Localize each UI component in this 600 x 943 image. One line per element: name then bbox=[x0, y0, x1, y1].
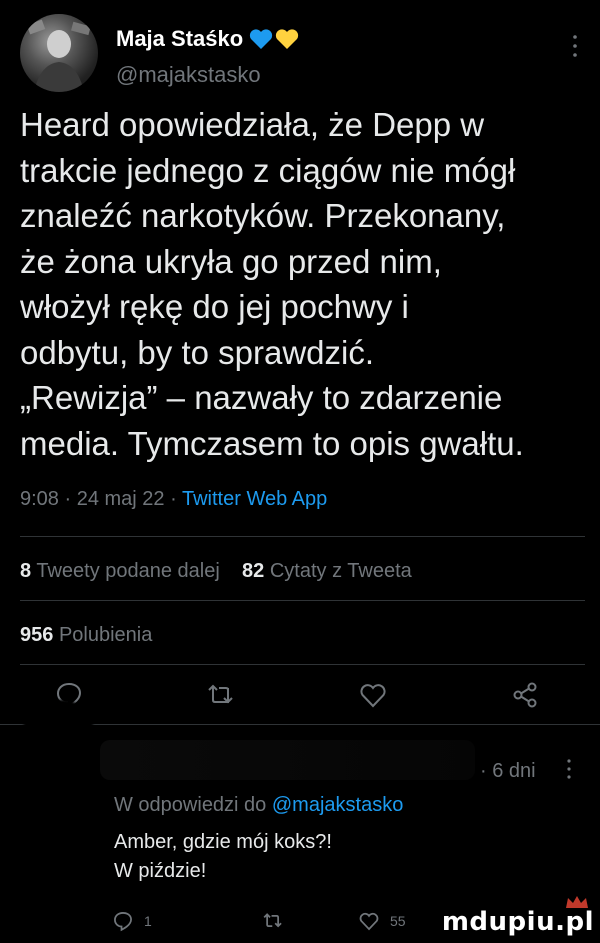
reply-to-line: W odpowiedzi do @majakstasko bbox=[114, 794, 403, 817]
author-handle[interactable]: @majakstasko bbox=[116, 62, 261, 88]
like-icon[interactable] bbox=[358, 680, 388, 710]
reply-more-options-icon[interactable] bbox=[566, 758, 572, 780]
likes-label: Polubienia bbox=[58, 624, 153, 646]
retweets-stat[interactable]: 8 Tweety podane dalej bbox=[20, 560, 225, 582]
reply-mention[interactable]: @majakstasko bbox=[272, 794, 403, 816]
blue-heart-icon bbox=[250, 29, 273, 49]
more-options-icon[interactable] bbox=[572, 34, 578, 58]
tweet-meta: 9:08 · 24 maj 22 · Twitter Web App bbox=[20, 488, 327, 511]
redacted-username bbox=[100, 740, 475, 780]
stats-row: 8 Tweety podane dalej 82 Cytaty z Tweeta bbox=[20, 560, 412, 583]
meta-separator: · bbox=[480, 760, 493, 782]
quotes-label: Cytaty z Tweeta bbox=[269, 560, 412, 582]
divider bbox=[20, 664, 585, 665]
avatar[interactable] bbox=[20, 14, 98, 92]
like-count: 55 bbox=[390, 913, 406, 929]
tweet-time[interactable]: 9:08 bbox=[20, 488, 59, 510]
reply-time-row: · 6 dni bbox=[480, 760, 536, 783]
emoji-hearts bbox=[249, 28, 299, 50]
quotes-stat[interactable]: 82 Cytaty z Tweeta bbox=[242, 560, 412, 582]
quotes-count: 82 bbox=[242, 560, 265, 582]
reply-text: Amber, gdzie mój koks?! W piździe! bbox=[114, 831, 332, 882]
reply-to-prefix: W odpowiedzi do bbox=[114, 794, 267, 816]
likes-count: 956 bbox=[20, 624, 54, 646]
retweet-icon bbox=[263, 913, 282, 928]
share-icon[interactable] bbox=[510, 680, 540, 710]
divider bbox=[20, 536, 585, 537]
reply-like-action[interactable]: 55 bbox=[358, 910, 406, 932]
yellow-heart-icon bbox=[276, 29, 299, 49]
author-name[interactable]: Maja Staśko bbox=[116, 26, 243, 52]
divider bbox=[20, 600, 585, 601]
reply-icon bbox=[114, 912, 132, 932]
tweet-text: Heard opowiedziała, że Depp w trakcie je… bbox=[20, 106, 524, 462]
meta-separator: · bbox=[170, 488, 182, 510]
reply-count: 1 bbox=[144, 913, 152, 929]
reply-retweet-action[interactable] bbox=[262, 910, 284, 932]
reply-time[interactable]: 6 dni bbox=[492, 760, 535, 782]
meta-separator: · bbox=[64, 488, 77, 510]
author-name-row: Maja Staśko bbox=[116, 26, 299, 52]
tweet-source[interactable]: Twitter Web App bbox=[182, 488, 327, 510]
tweet-date[interactable]: 24 maj 22 bbox=[77, 488, 165, 510]
retweet-icon[interactable] bbox=[206, 680, 236, 710]
reply-reply-action[interactable]: 1 bbox=[112, 910, 152, 932]
watermark-logo: mdupiu.pl bbox=[441, 896, 594, 937]
like-icon bbox=[359, 912, 379, 931]
retweets-label: Tweety podane dalej bbox=[36, 560, 220, 582]
retweets-count: 8 bbox=[20, 560, 32, 582]
likes-stat[interactable]: 956 Polubienia bbox=[20, 624, 152, 647]
crown-icon bbox=[566, 896, 588, 908]
watermark-text: mdupiu.pl bbox=[441, 907, 594, 937]
